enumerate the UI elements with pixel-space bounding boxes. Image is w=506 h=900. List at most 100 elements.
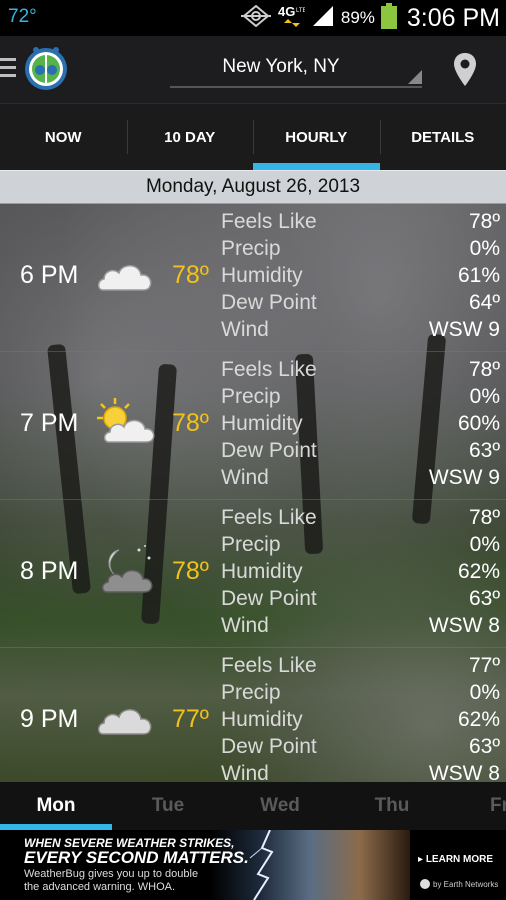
detail-label: Humidity: [221, 411, 303, 435]
status-temperature: 72°: [8, 6, 37, 27]
location-pin-icon[interactable]: [452, 52, 478, 93]
app-bar: New York, NY: [0, 36, 506, 104]
detail-row-wind: Wind WSW 9: [221, 465, 500, 492]
detail-value: WSW 8: [428, 762, 500, 782]
detail-row-feels-like: Feels Like 78º: [221, 356, 500, 383]
ad-brand-text: by Earth Networks: [433, 879, 499, 889]
location-name: New York, NY: [222, 56, 340, 77]
detail-value: 64º: [468, 291, 500, 315]
tab-details[interactable]: DETAILS: [379, 104, 506, 170]
hour-temperature: 78º: [172, 261, 209, 289]
detail-row-precip: Precip 0%: [221, 383, 500, 410]
detail-label: Wind: [221, 762, 269, 782]
day-tab-tue[interactable]: Tue: [112, 782, 224, 830]
detail-label: Feels Like: [221, 357, 317, 381]
detail-label: Dew Point: [221, 291, 317, 315]
detail-value: 78º: [468, 209, 500, 233]
detail-row-wind: Wind WSW 9: [221, 317, 500, 344]
hour-row-6pm[interactable]: 6 PM 78º Feels Like 78º Precip 0% Humidity…: [0, 204, 506, 352]
hour-details: Feels Like 78º Precip 0% Humidity 62% Dew P…: [221, 504, 500, 640]
cloudy-icon: [95, 248, 157, 300]
main-tabs: NOW 10 DAY HOURLY DETAILS: [0, 104, 506, 170]
detail-value: 0%: [469, 384, 500, 408]
detail-row-dew-point: Dew Point 63º: [221, 438, 500, 465]
detail-row-dew-point: Dew Point 64º: [221, 290, 500, 317]
gps-icon: [240, 4, 271, 33]
detail-row-humidity: Humidity 60%: [221, 410, 500, 437]
detail-label: Dew Point: [221, 439, 317, 463]
detail-row-precip: Precip 0%: [221, 531, 500, 558]
hour-temperature: 78º: [172, 409, 209, 437]
ad-headline-2: EVERY SECOND MATTERS.: [24, 848, 249, 867]
tab-hourly[interactable]: HOURLY: [253, 104, 380, 170]
network-4g-icon: 4G LTE: [277, 3, 306, 34]
detail-value: 63º: [468, 735, 500, 759]
detail-label: Feels Like: [221, 653, 317, 677]
day-tab-mon[interactable]: Mon: [0, 782, 112, 830]
play-arrow-icon: ▸: [418, 854, 426, 865]
detail-value: 62%: [457, 707, 500, 731]
signal-icon: [311, 5, 335, 32]
detail-value: WSW 9: [428, 466, 500, 490]
detail-label: Humidity: [221, 263, 303, 287]
detail-row-humidity: Humidity 62%: [221, 706, 500, 733]
battery-icon: [380, 2, 397, 34]
detail-label: Feels Like: [221, 209, 317, 233]
detail-value: 63º: [468, 439, 500, 463]
battery-percent: 89%: [340, 8, 375, 27]
detail-label: Wind: [221, 614, 269, 638]
detail-value: 61%: [457, 263, 500, 287]
ad-learn-more[interactable]: ▸ LEARN MORE: [418, 854, 493, 865]
hourly-list[interactable]: 6 PM 78º Feels Like 78º Precip 0% Humidity…: [0, 204, 506, 782]
hour-temperature: 78º: [172, 557, 209, 585]
partly-sunny-icon: [95, 396, 157, 448]
ad-cta-label: LEARN MORE: [425, 854, 494, 865]
tab-now[interactable]: NOW: [0, 104, 127, 170]
detail-row-wind: Wind WSW 8: [221, 613, 500, 640]
partly-cloudy-night-icon: [95, 544, 157, 596]
detail-label: Precip: [221, 236, 281, 260]
detail-label: Wind: [221, 318, 269, 342]
detail-row-dew-point: Dew Point 63º: [221, 586, 500, 613]
hour-row-7pm[interactable]: 7 PM 78º Feels Like 78º Precip 0% Humidity…: [0, 352, 506, 500]
day-tab-fri[interactable]: Fri: [448, 782, 506, 830]
detail-label: Feels Like: [221, 505, 317, 529]
detail-value: 0%: [469, 236, 500, 260]
hour-time: 8 PM: [20, 557, 79, 585]
hour-time: 9 PM: [20, 705, 79, 733]
hour-details: Feels Like 78º Precip 0% Humidity 60% Dew P…: [221, 356, 500, 492]
detail-label: Humidity: [221, 559, 303, 583]
tab-10-day[interactable]: 10 DAY: [126, 104, 254, 170]
detail-value: 63º: [468, 587, 500, 611]
hour-row-9pm[interactable]: 9 PM 77º Feels Like 77º Precip 0% Humidity…: [0, 648, 506, 782]
hour-row-8pm[interactable]: 8 PM 78º Feels Like 78º Precip 0% Humidity…: [0, 500, 506, 648]
detail-value: 0%: [469, 532, 500, 556]
detail-row-humidity: Humidity 62%: [221, 558, 500, 585]
detail-row-precip: Precip 0%: [221, 235, 500, 262]
detail-value: 78º: [468, 505, 500, 529]
menu-icon[interactable]: [0, 58, 16, 82]
day-tab-wed[interactable]: Wed: [224, 782, 336, 830]
detail-row-feels-like: Feels Like 78º: [221, 504, 500, 531]
detail-value: 0%: [469, 680, 500, 704]
cloudy-icon: [95, 692, 157, 744]
detail-row-feels-like: Feels Like 77º: [221, 652, 500, 679]
ad-subtext-1: WeatherBug gives you up to double: [24, 868, 199, 880]
detail-label: Precip: [221, 680, 281, 704]
detail-label: Precip: [221, 532, 281, 556]
ad-brand: by Earth Networks: [420, 879, 498, 889]
detail-label: Humidity: [221, 707, 303, 731]
detail-value: WSW 9: [428, 318, 500, 342]
svg-text:4G: 4G: [278, 4, 295, 19]
weatherbug-logo[interactable]: [22, 44, 70, 92]
hour-details: Feels Like 77º Precip 0% Humidity 62% Dew P…: [221, 652, 500, 782]
hour-temperature: 77º: [172, 705, 209, 733]
earth-networks-logo: [420, 879, 430, 889]
status-bar: 72° 4G LTE 89% 3:06 PM: [0, 0, 506, 36]
location-selector[interactable]: New York, NY: [170, 48, 422, 88]
detail-label: Precip: [221, 384, 281, 408]
day-tab-thu[interactable]: Thu: [336, 782, 448, 830]
ad-banner[interactable]: WHEN SEVERE WEATHER STRIKES, EVERY SECON…: [0, 830, 506, 900]
detail-row-dew-point: Dew Point 63º: [221, 734, 500, 761]
detail-value: 77º: [468, 653, 500, 677]
